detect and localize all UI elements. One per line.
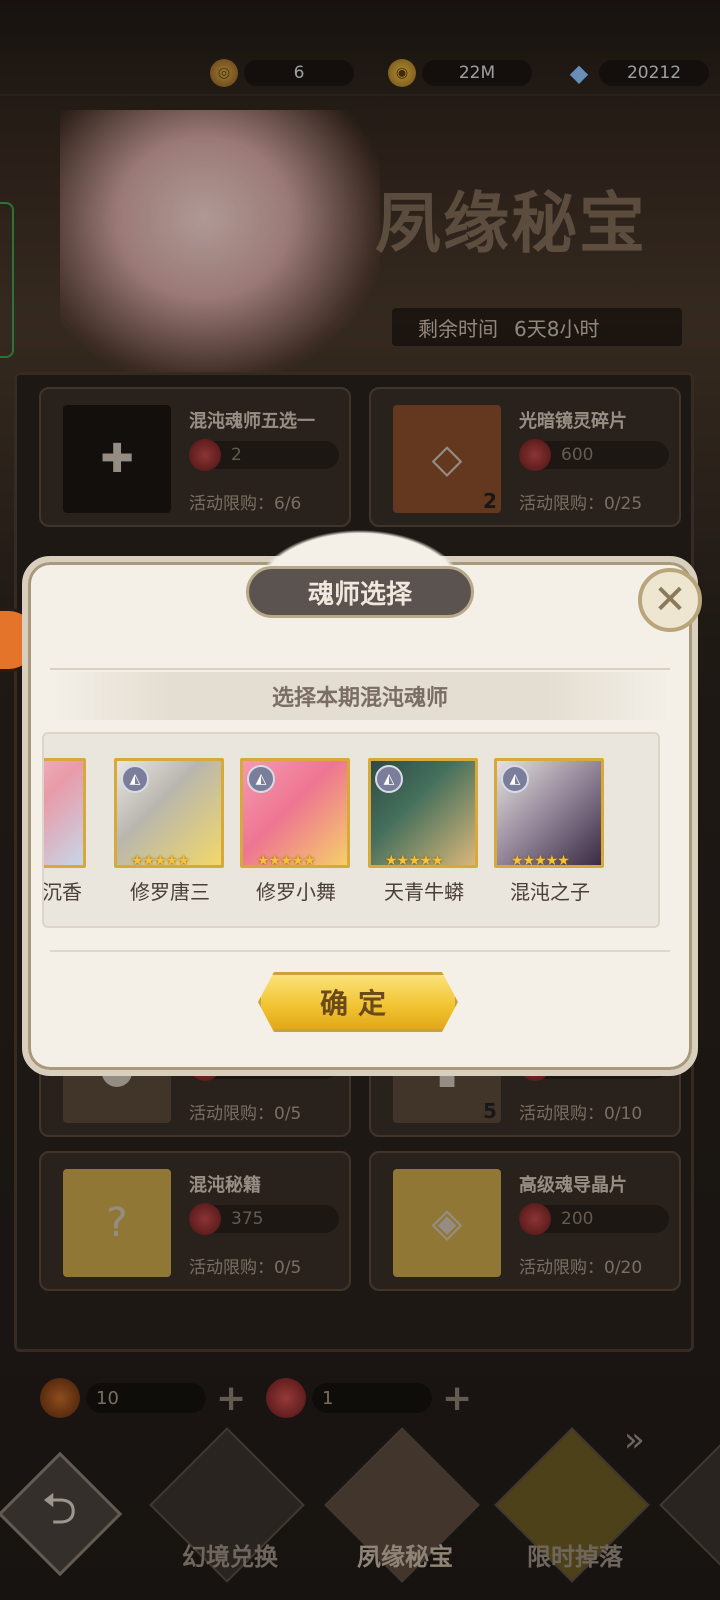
hero-select-dialog: 魂师选择 ✕ 选择本期混沌魂师 ★★ 沉香 ◭ ★★★★★ 修罗唐三 ◭ ★★★…	[22, 516, 702, 1076]
element-badge-icon: ◭	[501, 765, 529, 793]
hero-card[interactable]: ◭ ★★★★★ 修罗唐三	[114, 758, 226, 905]
hero-portrait: ◭ ★★★★★	[494, 758, 604, 868]
dialog-title: 魂师选择	[246, 566, 474, 618]
hero-name: 天青牛蟒	[384, 880, 464, 904]
hero-card[interactable]: ◭ ★★★★★ 修罗小舞	[240, 758, 352, 905]
hero-card[interactable]: ★★ 沉香	[42, 758, 86, 905]
star-rating: ★★★★★	[385, 853, 444, 868]
close-icon: ✕	[653, 577, 687, 623]
hero-name: 修罗小舞	[256, 880, 336, 904]
divider	[50, 950, 670, 952]
star-rating: ★★★★★	[257, 853, 316, 868]
hero-art	[44, 761, 83, 865]
hero-card[interactable]: ◭ ★★★★★ 天青牛蟒	[368, 758, 480, 905]
hero-name: 修罗唐三	[130, 880, 210, 904]
star-rating: ★★★★★	[131, 853, 190, 868]
element-badge-icon: ◭	[247, 765, 275, 793]
hero-portrait: ◭ ★★★★★	[368, 758, 478, 868]
element-badge-icon: ◭	[121, 765, 149, 793]
star-rating: ★★★★★	[511, 853, 570, 868]
divider	[50, 668, 670, 670]
hero-card[interactable]: ◭ ★★★★★ 混沌之子	[494, 758, 606, 905]
hero-carousel[interactable]: ★★ 沉香 ◭ ★★★★★ 修罗唐三 ◭ ★★★★★ 修罗小舞 ◭ ★	[42, 732, 660, 928]
hero-name: 沉香	[42, 880, 82, 904]
element-badge-icon: ◭	[375, 765, 403, 793]
confirm-button[interactable]: 确定	[258, 972, 458, 1032]
close-button[interactable]: ✕	[638, 568, 702, 632]
hero-name: 混沌之子	[510, 880, 590, 904]
dialog-subtitle: 选择本期混沌魂师	[50, 672, 670, 720]
hero-portrait: ★★	[44, 758, 86, 868]
hero-portrait: ◭ ★★★★★	[240, 758, 350, 868]
hero-portrait: ◭ ★★★★★	[114, 758, 224, 868]
